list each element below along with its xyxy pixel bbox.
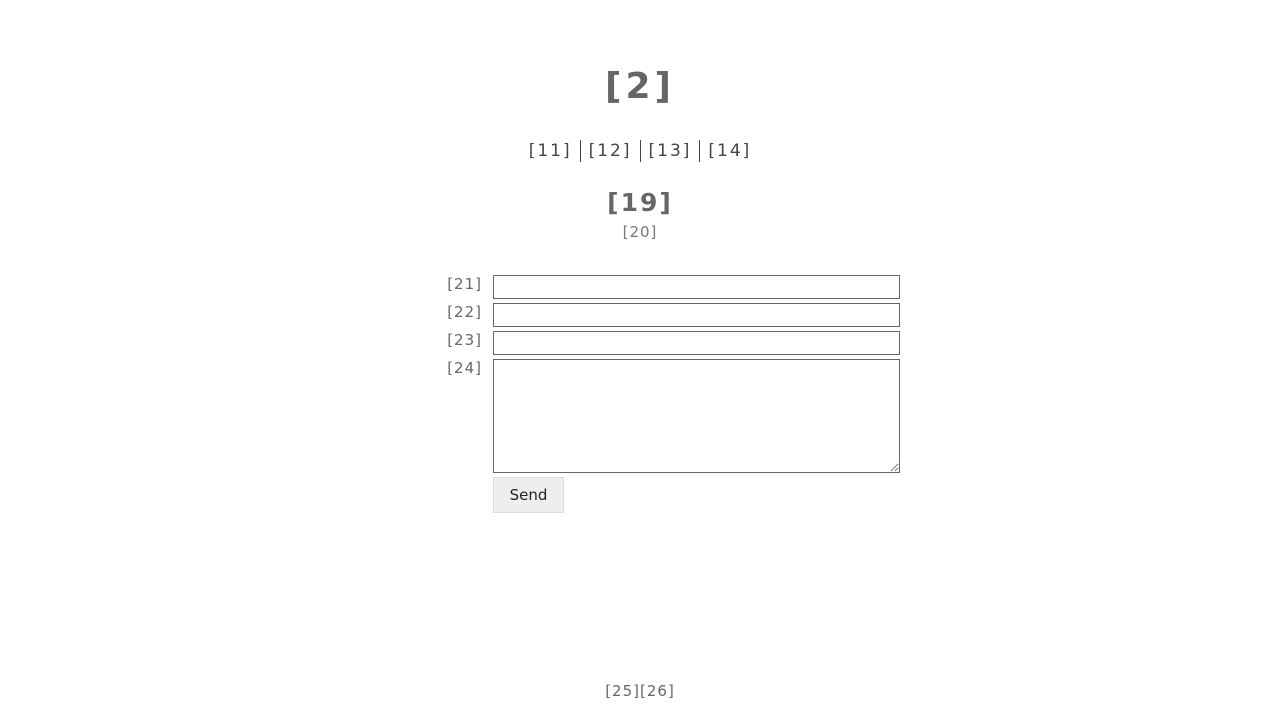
field-3-label: [23] — [447, 331, 482, 349]
form-row-2: [22] — [440, 303, 900, 327]
contact-form: [21] [22] [23] [24] Send — [440, 275, 900, 513]
site-title: [2] — [605, 66, 675, 107]
main-nav: [11] [12] [13] [14] — [0, 140, 1280, 162]
message-label: [24] — [447, 359, 482, 377]
field-1-label: [21] — [447, 275, 482, 293]
send-row: Send — [493, 477, 900, 513]
nav-item-1[interactable]: [11] — [521, 140, 580, 162]
footer: [25][26] — [0, 682, 1280, 700]
nav-item-4[interactable]: [14] — [699, 140, 759, 162]
form-row-3: [23] — [440, 331, 900, 355]
section-subtitle: [20] — [622, 223, 658, 241]
page: [2] [11] [12] [13] [14] [19] [20] [21] [… — [0, 0, 1280, 720]
send-button[interactable]: Send — [493, 477, 564, 513]
footer-link-2[interactable]: [26] — [640, 682, 675, 700]
form-row-message: [24] — [440, 359, 900, 473]
message-textarea[interactable] — [493, 359, 900, 473]
field-1-input[interactable] — [493, 275, 900, 299]
nav-item-3[interactable]: [13] — [639, 140, 700, 162]
field-3-input[interactable] — [493, 331, 900, 355]
form-row-1: [21] — [440, 275, 900, 299]
section-title: [19] — [607, 188, 673, 217]
footer-link-1[interactable]: [25] — [605, 682, 640, 700]
field-2-input[interactable] — [493, 303, 900, 327]
field-2-label: [22] — [447, 303, 482, 321]
nav-item-2[interactable]: [12] — [579, 140, 640, 162]
